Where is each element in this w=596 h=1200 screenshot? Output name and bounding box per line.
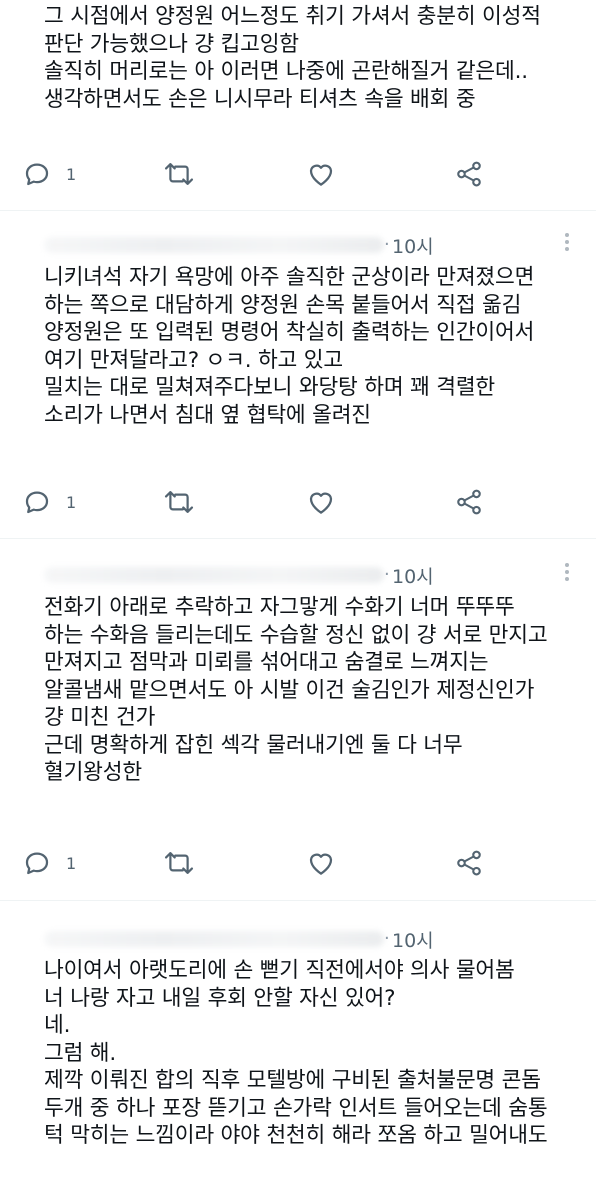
- separator-dot: ·: [384, 234, 390, 255]
- tweet-1-text: 그 시점에서 양정원 어느정도 취기 가셔서 충분히 이성적 판단 가능했으나 …: [0, 3, 584, 113]
- tweet-line: 만져지고 점막과 미뢰를 섞어대고 숨결로 느껴지는: [44, 650, 489, 675]
- author-name-blurred: [44, 931, 384, 947]
- share-button[interactable]: [453, 846, 485, 880]
- heart-icon: [309, 492, 333, 514]
- tweet-line: 그럼 해.: [44, 1040, 117, 1066]
- separator-dot: ·: [384, 928, 390, 949]
- separator-dot: ·: [384, 564, 390, 585]
- tweet-4-header: · 10시: [0, 922, 596, 956]
- retweet-icon: [164, 852, 194, 874]
- share-icon: [457, 161, 481, 187]
- tweet-line: 혈기왕성한: [44, 760, 142, 785]
- retweet-button[interactable]: [163, 157, 195, 191]
- timestamp[interactable]: 10시: [392, 926, 434, 953]
- tweet-line: 니키녀석 자기 욕망에 아주 솔직한 군상이라 만져졌으면: [44, 265, 535, 290]
- retweet-icon: [164, 163, 194, 185]
- reply-button[interactable]: 1: [22, 157, 76, 191]
- reply-count: 1: [66, 164, 77, 184]
- reply-bubble-icon: [25, 852, 49, 875]
- reply-button[interactable]: 1: [22, 485, 76, 519]
- retweet-icon: [164, 491, 194, 513]
- divider: [0, 900, 596, 901]
- tweet-line: 걍 미친 건가: [44, 705, 156, 730]
- heart-icon: [309, 164, 333, 186]
- share-button[interactable]: [453, 157, 485, 191]
- tweet-line: 네.: [44, 1013, 71, 1038]
- reply-count: 1: [66, 853, 77, 873]
- tweet-2-text: 니키녀석 자기 욕망에 아주 솔직한 군상이라 만져졌으면 하는 쪽으로 대담하…: [0, 264, 584, 429]
- share-icon: [457, 850, 481, 876]
- retweet-button[interactable]: [163, 485, 195, 519]
- like-button[interactable]: [306, 846, 336, 880]
- tweet-3-actions: 1: [0, 846, 596, 882]
- tweet-line: 턱 막히는 느낌이라 야야 천천히 해라 쪼옴 하고 밀어내도: [44, 1123, 548, 1148]
- tweet-line: 소리가 나면서 침대 옆 협탁에 올려진: [44, 402, 371, 428]
- author-name-blurred: [44, 237, 384, 253]
- tweet-line: 생각하면서도 손은 니시무라 티셔츠 속을 배회 중: [44, 86, 476, 112]
- tweet-line: 여기 만져달라고? ㅇㅋ. 하고 있고: [44, 347, 343, 373]
- more-dots-icon[interactable]: [562, 230, 572, 260]
- tweet-line: 양정원은 또 입력된 명령어 착실히 출력하는 인간이어서: [44, 320, 535, 345]
- divider: [0, 538, 596, 539]
- divider: [0, 210, 596, 211]
- tweet-line: 나이여서 아랫도리에 손 뻗기 직전에서야 의사 물어봄: [44, 958, 515, 983]
- reply-button[interactable]: 1: [22, 846, 76, 880]
- reply-count: 1: [66, 492, 77, 512]
- timestamp[interactable]: 10시: [392, 232, 434, 259]
- tweet-line: 하는 쪽으로 대담하게 양정원 손목 붙들어서 직접 옮김: [44, 292, 522, 318]
- tweet-line: 근데 명확하게 잡힌 섹각 물러내기엔 둘 다 너무: [44, 732, 463, 758]
- retweet-button[interactable]: [163, 846, 195, 880]
- reply-bubble-icon: [25, 163, 49, 186]
- tweet-line: 너 나랑 자고 내일 후회 안할 자신 있어?: [44, 985, 396, 1011]
- tweet-line: 전화기 아래로 추락하고 자그맣게 수화기 너머 뚜뚜뚜: [44, 595, 515, 620]
- tweet-4-text: 나이여서 아랫도리에 손 뻗기 직전에서야 의사 물어봄 너 나랑 자고 내일 …: [0, 957, 584, 1150]
- tweet-3-text: 전화기 아래로 추락하고 자그맣게 수화기 너머 뚜뚜뚜 하는 수화음 들리는데…: [0, 594, 584, 787]
- tweet-line: 알콜냄새 맡으면서도 아 시발 이건 술김인가 제정신인가: [44, 677, 535, 703]
- reply-bubble-icon: [25, 491, 49, 514]
- tweet-line: 두개 중 하나 포장 뜯기고 손가락 인서트 들어오는데 숨통: [44, 1095, 548, 1121]
- tweet-line: 솔직히 머리로는 아 이러면 나중에 곤란해질거 같은데..: [44, 59, 528, 84]
- more-dots-icon[interactable]: [562, 560, 572, 590]
- tweet-1-actions: 1: [0, 157, 596, 193]
- share-button[interactable]: [453, 485, 485, 519]
- share-icon: [457, 489, 481, 515]
- author-name-blurred: [44, 567, 384, 583]
- timestamp[interactable]: 10시: [392, 562, 434, 589]
- like-button[interactable]: [306, 485, 336, 519]
- tweet-2-header: · 10시: [0, 228, 596, 262]
- heart-icon: [309, 853, 333, 875]
- like-button[interactable]: [306, 157, 336, 191]
- tweet-line: 제깍 이뤄진 합의 직후 모텔방에 구비된 출처불문명 콘돔: [44, 1068, 541, 1093]
- tweet-line: 밀치는 대로 밀쳐져주다보니 와당탕 하며 꽤 격렬한: [44, 375, 495, 400]
- tweet-3-header: · 10시: [0, 558, 596, 592]
- tweet-2-actions: 1: [0, 485, 596, 521]
- tweet-line: 그 시점에서 양정원 어느정도 취기 가셔서 충분히 이성적: [44, 4, 541, 29]
- tweet-line: 하는 수화음 들리는데도 수습할 정신 없이 걍 서로 만지고: [44, 622, 548, 648]
- tweet-line: 판단 가능했으나 걍 킵고잉함: [44, 31, 299, 57]
